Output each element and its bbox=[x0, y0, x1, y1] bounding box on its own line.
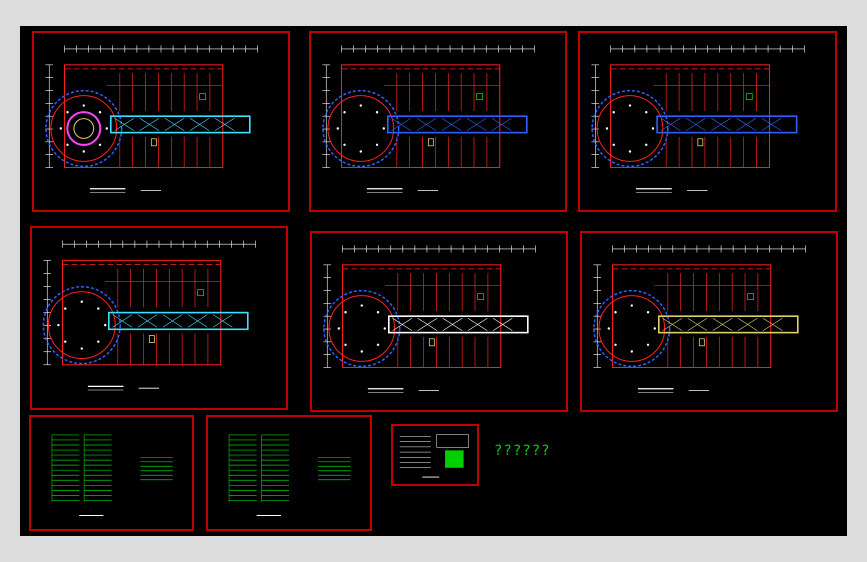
column-dot bbox=[360, 304, 363, 307]
main-corridor bbox=[658, 315, 799, 334]
column-dot bbox=[651, 127, 655, 130]
column-dot bbox=[82, 104, 85, 107]
column-dot bbox=[64, 307, 67, 310]
column-dot bbox=[630, 304, 633, 307]
column-dot bbox=[376, 343, 380, 346]
stair-marker bbox=[477, 293, 485, 301]
floor-plan-sheet-2[interactable] bbox=[309, 31, 567, 212]
sheet-linework bbox=[323, 245, 536, 393]
column-dot bbox=[612, 111, 615, 114]
column-dot bbox=[66, 143, 69, 146]
legend-table bbox=[436, 434, 469, 448]
column-dot bbox=[605, 127, 609, 130]
column-dot bbox=[614, 311, 617, 314]
stair-marker bbox=[428, 338, 435, 347]
sheet-linework bbox=[593, 245, 806, 393]
rotunda-core bbox=[73, 118, 95, 139]
stair-marker bbox=[747, 293, 755, 301]
sheet-linework bbox=[45, 45, 258, 193]
column-dot bbox=[337, 327, 340, 330]
column-dot bbox=[360, 350, 363, 353]
main-corridor bbox=[108, 311, 249, 331]
schedule-sheet-2[interactable] bbox=[206, 415, 372, 531]
floor-plan-sheet-3[interactable] bbox=[578, 31, 837, 212]
column-dot bbox=[343, 143, 346, 146]
main-corridor bbox=[656, 115, 798, 134]
sheet-linework bbox=[399, 434, 469, 478]
column-dot bbox=[382, 127, 385, 130]
column-dot bbox=[97, 307, 100, 310]
floor-plan-sheet-1[interactable] bbox=[32, 31, 290, 212]
stair-marker bbox=[697, 138, 704, 147]
stair-marker bbox=[745, 93, 753, 101]
column-dot bbox=[98, 111, 102, 114]
sheet-linework bbox=[51, 434, 173, 517]
column-dot bbox=[105, 127, 108, 130]
column-dot bbox=[646, 311, 650, 314]
column-dot bbox=[646, 343, 650, 346]
column-dot bbox=[628, 104, 632, 107]
sheet-linework bbox=[591, 45, 805, 193]
stair-marker bbox=[698, 338, 705, 347]
column-dot bbox=[336, 127, 339, 130]
column-dot bbox=[359, 150, 362, 153]
floor-plan-sheet-4[interactable] bbox=[30, 226, 288, 410]
stair-marker bbox=[150, 138, 157, 147]
column-dot bbox=[80, 300, 83, 303]
column-dot bbox=[359, 104, 362, 107]
column-dot bbox=[64, 340, 67, 343]
column-dot bbox=[614, 343, 617, 346]
column-dot bbox=[375, 111, 379, 114]
column-dot bbox=[82, 150, 85, 153]
column-dot bbox=[383, 327, 386, 330]
column-dot bbox=[66, 111, 69, 114]
column-dot bbox=[344, 311, 347, 314]
column-dot bbox=[653, 327, 656, 330]
stair-marker bbox=[199, 93, 207, 101]
unreadable-caption-text: ?????? bbox=[494, 443, 551, 459]
schedule-sheet-1[interactable] bbox=[29, 415, 194, 531]
column-dot bbox=[59, 127, 62, 130]
column-dot bbox=[57, 323, 60, 327]
sheet-linework bbox=[42, 240, 256, 391]
column-dot bbox=[344, 343, 347, 346]
column-dot bbox=[645, 111, 648, 114]
column-dot bbox=[375, 143, 379, 146]
column-dot bbox=[103, 323, 107, 327]
stair-marker bbox=[476, 93, 484, 101]
legend-sheet[interactable] bbox=[391, 424, 479, 486]
floor-plan-sheet-6[interactable] bbox=[580, 231, 838, 412]
column-dot bbox=[97, 340, 100, 343]
column-dot bbox=[612, 143, 615, 146]
column-dot bbox=[607, 327, 610, 330]
sheet-linework bbox=[322, 45, 535, 193]
column-dot bbox=[98, 143, 102, 146]
column-dot bbox=[80, 347, 83, 350]
cad-drawing-canvas[interactable]: ?????? bbox=[20, 26, 847, 536]
rotunda-core bbox=[66, 111, 102, 146]
column-dot bbox=[645, 143, 648, 146]
floor-plan-sheet-5[interactable] bbox=[310, 231, 568, 412]
stair-marker bbox=[148, 335, 155, 343]
main-corridor bbox=[110, 115, 251, 134]
column-dot bbox=[343, 111, 346, 114]
stair-marker bbox=[427, 138, 434, 147]
sheet-linework bbox=[228, 434, 351, 517]
main-corridor bbox=[388, 315, 529, 334]
main-corridor bbox=[387, 115, 528, 134]
column-dot bbox=[630, 350, 633, 353]
column-dot bbox=[376, 311, 380, 314]
column-dot bbox=[628, 150, 632, 153]
stair-marker bbox=[197, 289, 205, 297]
legend-swatch bbox=[445, 450, 464, 468]
